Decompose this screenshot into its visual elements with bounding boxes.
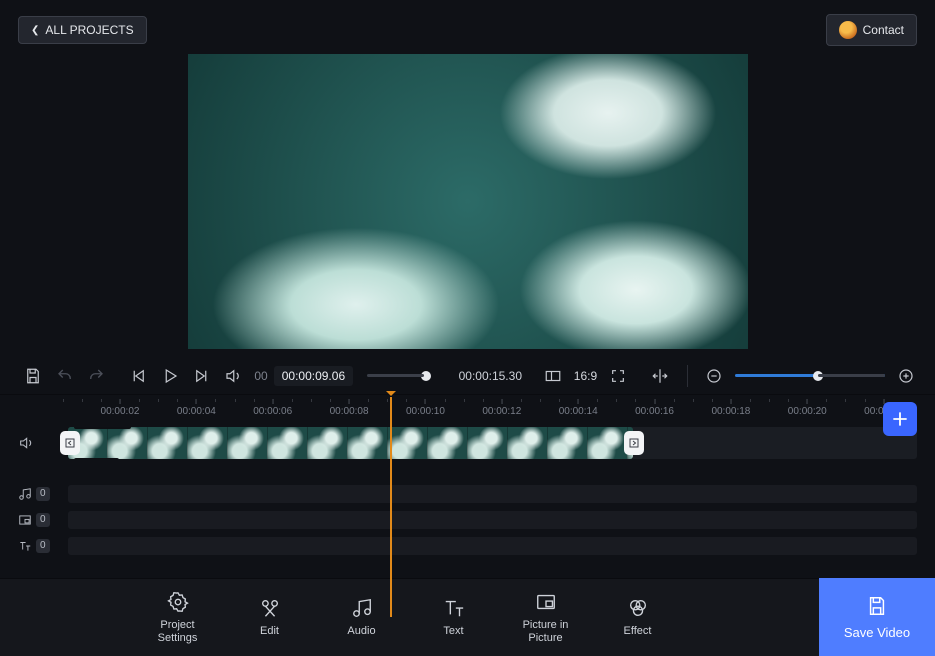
undo-icon[interactable] (54, 364, 76, 388)
audio-track[interactable] (68, 485, 917, 503)
video-track-label (18, 435, 60, 451)
video-track-row: 00:00:15 100% (18, 427, 917, 459)
bottom-toolbar: Project Settings Edit Audio Text Picture… (0, 578, 935, 656)
pip-track-row: 0 (18, 511, 917, 529)
zoom-out-icon[interactable] (704, 364, 726, 388)
next-frame-icon[interactable] (191, 364, 213, 388)
clip-handle-left[interactable] (60, 431, 80, 455)
play-icon[interactable] (159, 364, 181, 388)
volume-icon[interactable] (223, 364, 245, 388)
text-track-label: 0 (18, 539, 60, 553)
header: ❮ ALL PROJECTS Contact (0, 0, 935, 54)
save-project-icon[interactable] (22, 364, 44, 388)
prev-frame-icon[interactable] (127, 364, 149, 388)
project-settings-button[interactable]: Project Settings (146, 591, 210, 644)
ruler-tick: 00:00:02 (101, 399, 140, 417)
preview-wrap (0, 54, 935, 357)
clip-handle-right[interactable] (624, 431, 644, 455)
text-button[interactable]: Text (422, 597, 486, 638)
ruler-tick: 00:00:10 (406, 399, 445, 417)
edit-button[interactable]: Edit (238, 597, 302, 638)
effect-button[interactable]: Effect (606, 597, 670, 638)
timecode: 00 00:00:09.06 (254, 366, 353, 386)
audio-track-label: 0 (18, 487, 60, 501)
ruler-tick: 00:00:12 (482, 399, 521, 417)
aspect-ratio-icon[interactable] (542, 364, 564, 388)
text-track-row: 0 (18, 537, 917, 555)
ruler-tick: 00:00:04 (177, 399, 216, 417)
ruler-tick: 00:00:14 (559, 399, 598, 417)
ruler-tick: 00:00:18 (711, 399, 750, 417)
save-video-button[interactable]: Save Video (819, 578, 935, 656)
pip-track-label: 0 (18, 513, 60, 527)
timeline-ruler[interactable]: 00:00:02 00:00:04 00:00:06 00:00:08 00:00:10… (60, 399, 917, 427)
timecode-current[interactable]: 00:00:09.06 (274, 366, 353, 386)
fit-timeline-icon[interactable] (649, 364, 671, 388)
clip-volume-badge: 100% (74, 458, 119, 459)
fullscreen-icon[interactable] (607, 364, 629, 388)
playhead[interactable] (390, 397, 392, 617)
contact-label: Contact (863, 23, 904, 37)
all-projects-label: ALL PROJECTS (45, 23, 133, 37)
pip-track[interactable] (68, 511, 917, 529)
ruler-tick: 00:00:06 (253, 399, 292, 417)
timecode-prefix: 00 (254, 369, 267, 383)
chevron-left-icon: ❮ (31, 25, 39, 36)
video-preview[interactable] (188, 54, 748, 349)
audio-button[interactable]: Audio (330, 597, 394, 638)
timecode-duration: 00:00:15.30 (459, 369, 522, 383)
text-track[interactable] (68, 537, 917, 555)
control-bar: 00 00:00:09.06 00:00:15.30 16:9 (0, 357, 935, 395)
ruler-tick: 00:00:20 (788, 399, 827, 417)
zoom-slider[interactable] (735, 374, 885, 377)
zoom-in-icon[interactable] (895, 364, 917, 388)
clip-duration-badge: 00:00:15 (74, 427, 131, 429)
contact-avatar-icon (839, 21, 857, 39)
add-media-button[interactable] (883, 402, 917, 436)
duration: 00:00:15.30 (445, 369, 522, 383)
timeline: 00:00:15 100% 0 0 (0, 427, 935, 555)
video-clip[interactable]: 00:00:15 100% (68, 427, 633, 459)
contact-button[interactable]: Contact (826, 14, 917, 46)
ruler-tick: 00:00:16 (635, 399, 674, 417)
scrub-slider[interactable] (367, 371, 430, 381)
pip-button[interactable]: Picture in Picture (514, 591, 578, 644)
video-track[interactable]: 00:00:15 100% (68, 427, 917, 459)
aspect-ratio-label: 16:9 (574, 369, 597, 383)
audio-track-row: 0 (18, 485, 917, 503)
all-projects-button[interactable]: ❮ ALL PROJECTS (18, 16, 147, 44)
ruler-tick: 00:00:08 (330, 399, 369, 417)
redo-icon[interactable] (86, 364, 108, 388)
